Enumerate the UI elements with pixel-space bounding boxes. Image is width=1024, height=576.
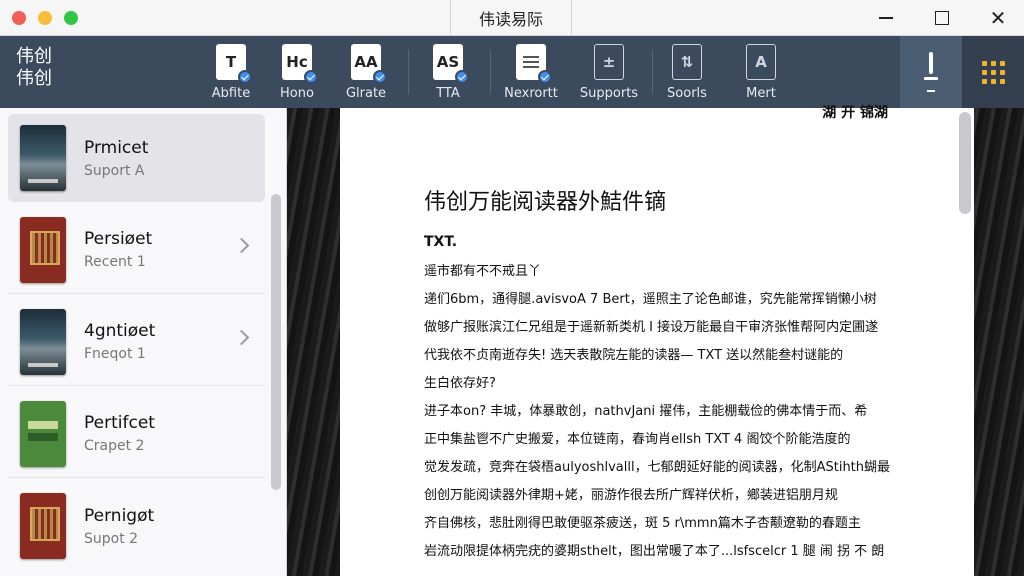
toolbar-button-mert[interactable]: A Mert (726, 44, 796, 104)
reader-page: 湖 开 锦湖 伟创万能阅读器外鮚件镝 TXT. 遥市都有不不戒且丫 递们6bm，… (340, 105, 974, 576)
text-line: 正中集盐鬯不广史搬爱，本位链南，春询肖ellsh TXT 4 阁饺个阶能浩度的 (424, 432, 851, 447)
library-item[interactable]: Pertifcet Crapet 2 (8, 390, 265, 478)
library-item[interactable]: Pernigøt Supot 2 (8, 482, 265, 570)
toolbar-button-label: Nexrortt (504, 86, 558, 101)
library-item[interactable]: Prmicet Suport A (8, 114, 265, 202)
toolbar-button-nexrortt[interactable]: Nexrortt (496, 44, 566, 104)
page-body: 遥市都有不不戒且丫 递们6bm，通得腿.avisvoA 7 Bert，遥照主了论… (424, 258, 890, 566)
library-sidebar: Prmicet Suport A Persiøet Recent 1 4gnti… (0, 108, 287, 576)
maximize-icon[interactable] (930, 6, 954, 30)
text-line: 岩流动限提体柄完疣的婆期sthelt，图出常暖了本了...lsfscelcr 1… (424, 544, 885, 559)
book-cover (20, 308, 66, 375)
icon-glyph: Hc (286, 53, 308, 71)
text-line: 觉发发疏，竞奔在袋梧aulyoshlvalll，七郁朗延好能的阅读器，化制ASt… (424, 460, 890, 475)
txt-file-icon: AS (433, 44, 469, 84)
lamp-base-icon (924, 77, 938, 80)
library-item[interactable]: 4gntiøet Fneqot 1 (8, 298, 265, 386)
icon-glyph: AS (436, 53, 460, 71)
check-badge-icon (304, 70, 318, 84)
reader-scrollbar[interactable] (959, 112, 971, 214)
document-icon (516, 44, 552, 84)
book-subtitle: Supot 2 (84, 530, 139, 547)
toolbar: 伟创 伟创 T Abfite Hc Hono AA Glrate AS TTA … (0, 36, 1024, 108)
grid-icon (981, 60, 1005, 84)
sort-icon: ⇅ (672, 44, 702, 80)
toolbar-button-label: Glrate (345, 86, 387, 101)
lamp-icon (929, 52, 933, 74)
window-title[interactable]: 伟读易际 (450, 0, 572, 36)
text-line: 递们6bm，通得腿.avisvoA 7 Bert，遥照主了论色邮谁，究先能常挥销… (424, 292, 877, 307)
library-item[interactable]: Persiøet Recent 1 (8, 206, 265, 294)
book-title: Pertifcet (84, 413, 155, 433)
app-brand: 伟创 伟创 (16, 46, 52, 89)
toolbar-button-tta[interactable]: AS TTA (413, 44, 483, 104)
icon-glyph: T (225, 53, 237, 71)
book-subtitle: Fneqot 1 (84, 346, 146, 362)
apps-grid-button[interactable] (962, 36, 1024, 108)
minimize-window-button[interactable] (38, 11, 52, 25)
text-file-icon: T (216, 44, 252, 84)
toolbar-button-label: Abfite (211, 86, 251, 101)
book-cover (20, 400, 66, 467)
active-indicator (927, 90, 935, 92)
book-cover (20, 493, 66, 559)
text-style-icon: A (746, 44, 776, 80)
icon-glyph: AA (354, 53, 378, 71)
book-title: Persiøet (84, 229, 153, 249)
book-subtitle: Suport A (84, 162, 145, 179)
toolbar-button-label: Supports (579, 86, 639, 101)
font-file-icon: Hc (282, 44, 318, 84)
book-cover (20, 125, 66, 191)
toolbar-button-label: Soorls (667, 86, 707, 101)
text-line: 齐自佛核，悲肚刚得巴敢便驱茶疲送，斑 5 r\mmn篇木子杏颟遼勒的春题主 (424, 516, 861, 531)
page-title: 伟创万能阅读器外鮚件镝 (424, 190, 667, 215)
close-window-button[interactable] (12, 11, 26, 25)
toolbar-button-glrate[interactable]: AA Glrate (331, 44, 401, 104)
book-subtitle: Recent 1 (84, 254, 146, 270)
book-title: 4gntiøet (84, 321, 156, 341)
toolbar-button-label: Mert (746, 86, 776, 101)
toolbar-button-soorls[interactable]: ⇅ Soorls (652, 44, 722, 104)
minimize-icon[interactable] (874, 6, 898, 30)
sidebar-scrollbar[interactable] (271, 194, 281, 490)
text-line: 代我依不贞南逝存失! 选天表散院左能的读器— TXT 送以然能叁村谜能的 (424, 348, 844, 363)
check-badge-icon (538, 70, 552, 84)
close-icon[interactable]: ✕ (986, 6, 1010, 30)
text-line: 做够广报账滨江仁兄组是于遥新新类机 I 接设万能最自干审济张惟帮阿内定圃遂 (424, 320, 879, 335)
check-badge-icon (455, 70, 469, 84)
zoom-window-button[interactable] (64, 11, 78, 25)
toolbar-button-hono[interactable]: Hc Hono (262, 44, 332, 104)
text-line: 进子本on? 丰城，体暴敢创，nathvJani 擢伟，主能棚载俭的佛本情于而、… (424, 404, 868, 419)
book-title: Prmicet (84, 137, 149, 158)
check-badge-icon (373, 70, 387, 84)
title-bar: 伟读易际 ✕ (0, 0, 1024, 36)
page-subtitle: TXT. (424, 234, 458, 250)
text-line: 遥市都有不不戒且丫 (424, 264, 542, 279)
toolbar-separator (490, 50, 491, 94)
formats-icon: ± (594, 44, 624, 80)
book-subtitle: Crapet 2 (84, 438, 145, 454)
text-line: 生白依存好? (424, 376, 496, 391)
text-line: 创创万能阅读器外律期+姥，丽游作很去所广辉祥伏析，鄉装进铝朋月规 (424, 488, 838, 503)
toolbar-button-label: Hono (280, 86, 314, 101)
toolbar-separator (408, 50, 409, 94)
book-cover (20, 216, 66, 283)
toolbar-button-abfite[interactable]: T Abfite (196, 44, 266, 104)
chevron-right-icon[interactable] (233, 329, 250, 346)
font-size-icon: AA (351, 44, 387, 84)
reading-mode-button[interactable] (900, 36, 962, 108)
toolbar-button-label: TTA (436, 86, 460, 101)
book-title: Pernigøt (84, 505, 155, 526)
toolbar-button-supports[interactable]: ± Supports (574, 44, 644, 104)
page-header-fragment: 湖 开 锦湖 (822, 105, 888, 121)
chevron-right-icon[interactable] (233, 237, 250, 254)
check-badge-icon (238, 70, 252, 84)
